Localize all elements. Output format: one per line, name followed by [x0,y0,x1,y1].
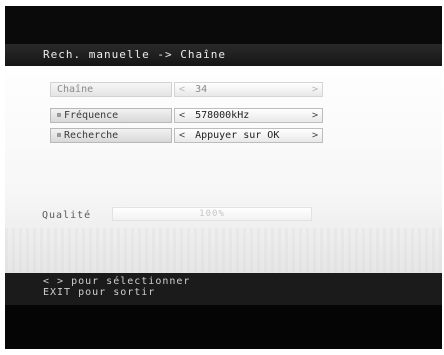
frequence-label-text: Fréquence [64,110,119,121]
help-line-exit: EXIT pour sortir [43,287,156,298]
quality-bar: 100% [112,207,312,221]
help-bar: < > pour sélectionner EXIT pour sortir [5,273,442,305]
recherche-label: Recherche [50,128,172,143]
chaine-label: Chaîne [50,82,172,97]
help-line-select: < > pour sélectionner [43,276,191,287]
settings-panel: Chaîne < 34 > Fréquence < 578000kHz > Re… [5,66,442,273]
right-arrow-icon[interactable]: > [312,129,318,142]
quality-value: 100% [199,209,225,219]
chaine-label-text: Chaîne [57,84,94,95]
frequence-value-field[interactable]: < 578000kHz > [174,108,323,123]
recherche-value-field[interactable]: < Appuyer sur OK > [174,128,323,143]
bottom-letterbox [5,305,442,349]
frequence-value: 578000kHz [195,110,250,121]
bullet-icon [57,113,61,117]
left-arrow-icon[interactable]: < [179,130,185,141]
quality-label: Qualité [42,210,92,221]
background-noise [5,228,442,273]
chaine-value-field[interactable]: < 34 > [174,82,323,97]
top-letterbox [5,6,442,44]
right-arrow-icon[interactable]: > [312,109,318,122]
left-arrow-icon[interactable]: < [179,110,185,121]
recherche-value: Appuyer sur OK [195,130,280,141]
menu-title-bar: Rech. manuelle -> Chaîne [5,44,442,66]
frequence-label: Fréquence [50,108,172,123]
left-arrow-icon[interactable]: < [179,84,185,95]
tv-screen: Rech. manuelle -> Chaîne Chaîne < 34 > F… [0,0,444,355]
recherche-label-text: Recherche [64,130,119,141]
menu-title: Rech. manuelle -> Chaîne [43,48,226,61]
bullet-icon [57,133,61,137]
chaine-value: 34 [195,84,208,95]
right-arrow-icon[interactable]: > [312,83,318,96]
